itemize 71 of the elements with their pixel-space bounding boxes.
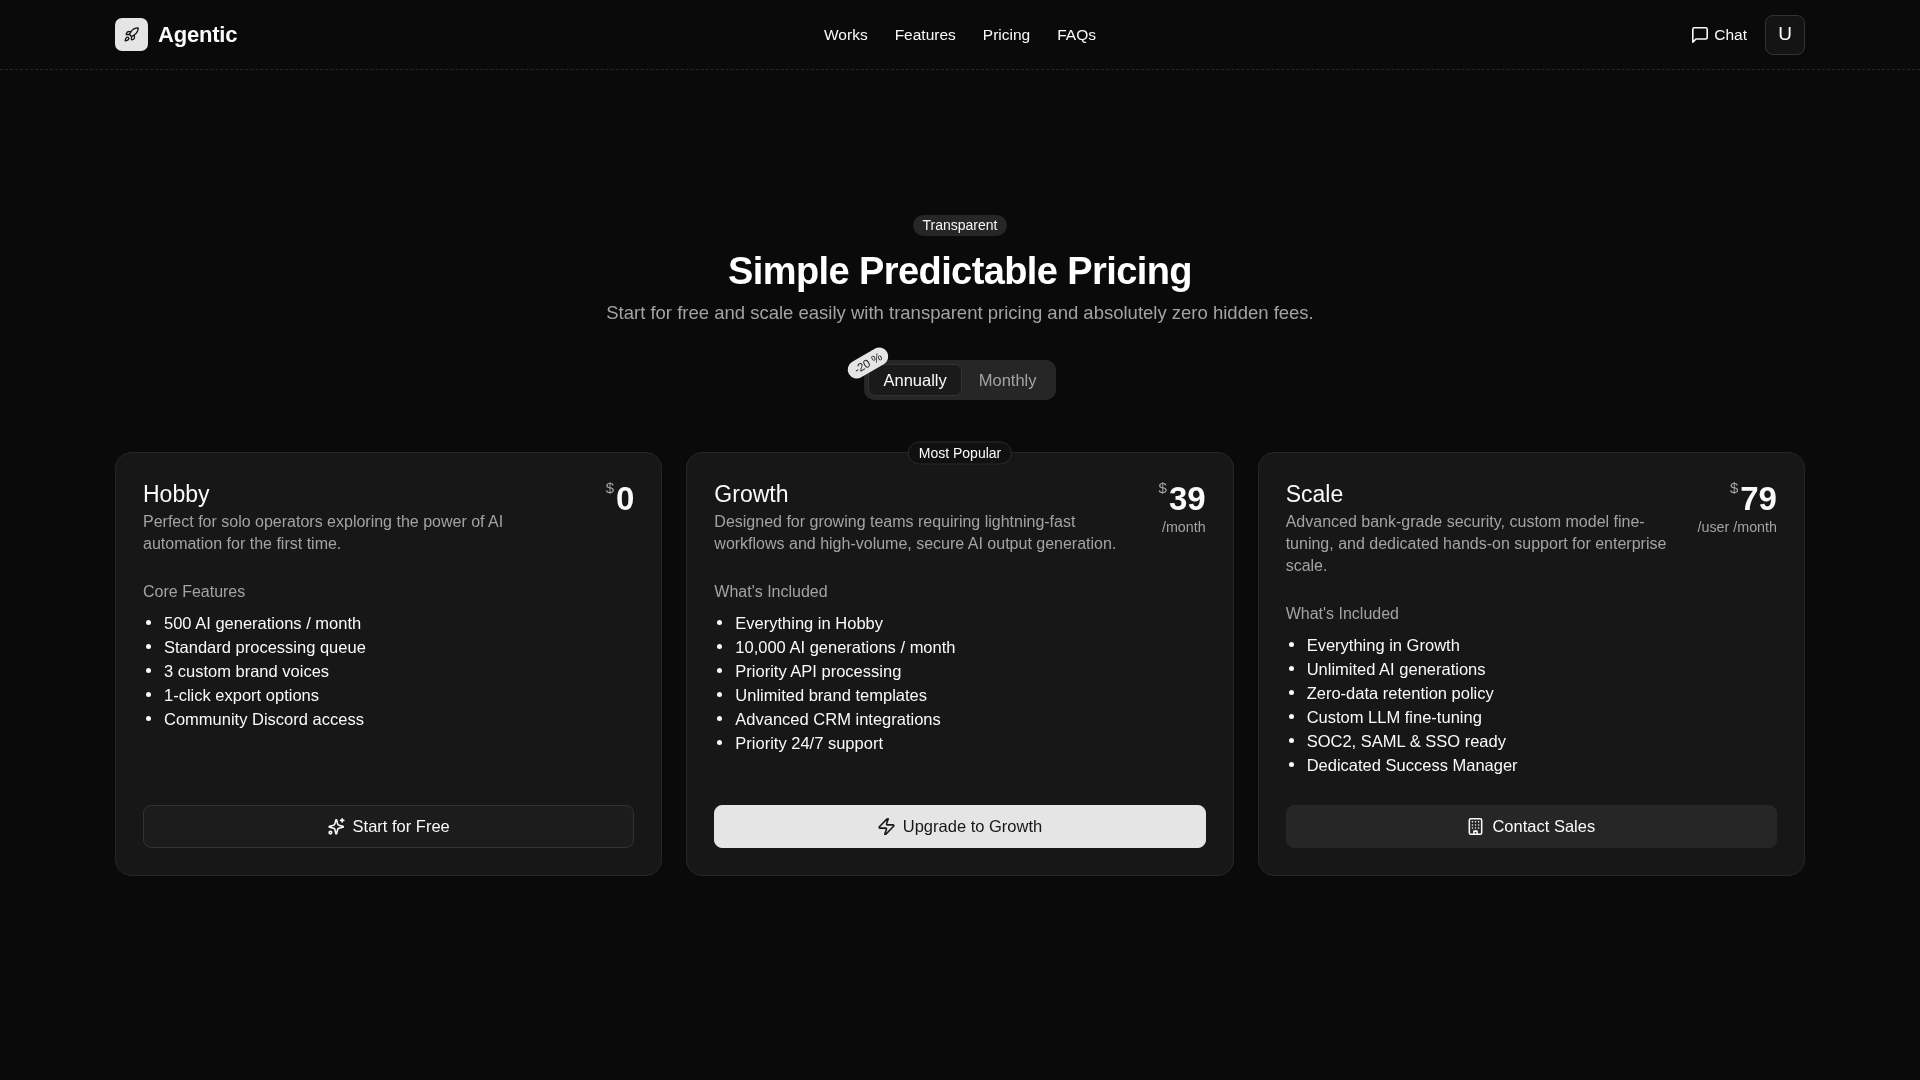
bullet-icon xyxy=(1288,642,1294,648)
features-heading: What's Included xyxy=(1285,603,1400,624)
billing-option[interactable]: Monthly xyxy=(963,363,1052,396)
feature-item: 3 custom brand voices xyxy=(164,660,330,681)
user-avatar-button[interactable]: U xyxy=(1765,14,1805,55)
bullet-icon xyxy=(1288,762,1294,768)
building-icon xyxy=(1467,817,1485,835)
bullet-icon xyxy=(717,716,723,722)
feature-item: Priority API processing xyxy=(735,660,902,681)
bullet-icon xyxy=(717,668,723,674)
feature-item: Standard processing queue xyxy=(164,636,366,657)
price-amount: 0 xyxy=(615,481,635,515)
feature-item: Unlimited brand templates xyxy=(735,684,927,705)
feature-item: 10,000 AI generations / month xyxy=(735,636,956,657)
bullet-icon xyxy=(717,740,723,746)
nav-link[interactable]: Pricing xyxy=(982,22,1031,47)
plan-cta-button[interactable]: Contact Sales xyxy=(1285,804,1777,848)
plan-name: Growth xyxy=(714,479,790,509)
nav-link[interactable]: Works xyxy=(824,22,868,47)
bullet-icon xyxy=(1288,714,1294,720)
plan-description: Advanced bank-grade security, custom model fine-tuning, and dedicated hands-on support for enterprise scale. xyxy=(1285,511,1668,576)
feature-item: 1-click export options xyxy=(164,684,319,705)
feature-item: Everything in Growth xyxy=(1306,634,1460,655)
brand-name: Agentic xyxy=(158,21,238,49)
bullet-icon xyxy=(1288,738,1294,744)
price-period: /user /month xyxy=(1697,517,1777,536)
bullet-icon xyxy=(717,692,723,698)
feature-item: 500 AI generations / month xyxy=(164,612,362,633)
bullet-icon xyxy=(146,716,151,722)
plan-name: Hobby xyxy=(143,479,211,509)
feature-item: Everything in Hobby xyxy=(735,612,883,633)
bullet-icon xyxy=(1288,666,1294,672)
price-period: /month xyxy=(1160,517,1206,536)
price-amount: 79 xyxy=(1740,481,1777,515)
chat-icon xyxy=(1692,26,1709,43)
feature-item: Priority 24/7 support xyxy=(735,732,883,753)
plan-name: Scale xyxy=(1285,479,1345,509)
feature-item: Unlimited AI generations xyxy=(1306,658,1486,679)
page-title: Simple Predictable Pricing xyxy=(727,249,1193,294)
bullet-icon xyxy=(717,620,723,626)
feature-item: Dedicated Success Manager xyxy=(1306,754,1518,775)
section-tag: Transparent xyxy=(912,215,1008,236)
plan-cta-button[interactable]: Start for Free xyxy=(143,804,635,848)
chat-button[interactable]: Chat xyxy=(1686,18,1753,51)
plan-cta-button[interactable]: Upgrade to Growth xyxy=(714,804,1206,848)
nav-link[interactable]: Features xyxy=(894,22,956,47)
price-amount: 39 xyxy=(1168,481,1206,515)
lightning-icon xyxy=(877,817,895,835)
plan-description: Perfect for solo operators exploring the power of AI automation for the first time. xyxy=(143,511,505,554)
sparkles-icon xyxy=(327,817,345,835)
bullet-icon xyxy=(146,620,151,626)
popular-badge: Most Popular xyxy=(907,441,1013,465)
plan-description: Designed for growing teams requiring lightning-fast workflows and high-volume, secure AI output generation. xyxy=(714,511,1118,554)
feature-item: Custom LLM fine-tuning xyxy=(1306,706,1482,727)
page-subtitle: Start for free and scale easily with transparent pricing and absolutely zero hidden fees. xyxy=(605,300,1315,325)
features-heading: What's Included xyxy=(714,581,829,602)
bullet-icon xyxy=(1288,690,1294,696)
bullet-icon xyxy=(717,644,723,650)
nav-link[interactable]: FAQs xyxy=(1057,22,1096,47)
price-currency: $ xyxy=(605,479,614,495)
feature-item: Advanced CRM integrations xyxy=(735,708,941,729)
feature-item: Community Discord access xyxy=(164,708,364,729)
feature-item: Zero-data retention policy xyxy=(1306,682,1494,703)
features-heading: Core Features xyxy=(143,581,247,602)
feature-item: SOC2, SAML & SSO ready xyxy=(1306,730,1506,751)
bullet-icon xyxy=(146,644,151,650)
price-currency: $ xyxy=(1729,479,1739,495)
bullet-icon xyxy=(146,692,151,698)
rocket-icon xyxy=(115,18,148,51)
price-currency: $ xyxy=(1158,479,1167,495)
bullet-icon xyxy=(146,668,151,674)
